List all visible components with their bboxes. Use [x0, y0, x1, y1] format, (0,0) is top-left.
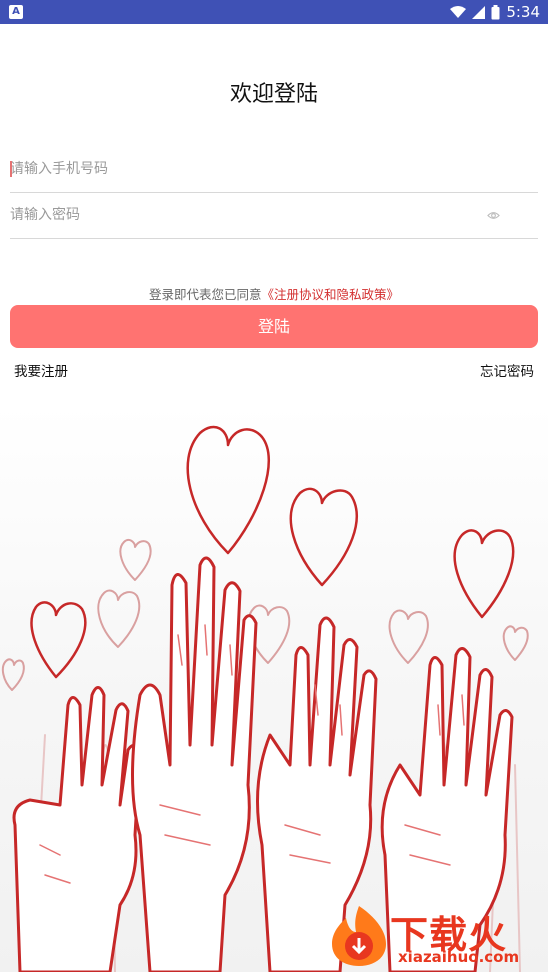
status-icons: 5:34 [450, 0, 540, 24]
status-bar: A 5:34 [0, 0, 548, 24]
eye-icon[interactable] [487, 209, 500, 222]
wifi-icon [450, 5, 467, 18]
flame-logo-icon [332, 906, 386, 966]
watermark-domain: xiazaihuo.com [398, 948, 520, 966]
battery-icon [491, 4, 500, 19]
notification-icon: A [9, 5, 23, 19]
signal-icon [472, 5, 486, 19]
register-link[interactable]: 我要注册 [14, 360, 68, 380]
agreement-text: 登录即代表您已同意《注册协议和隐私政策》 [0, 284, 548, 303]
status-time: 5:34 [506, 3, 540, 21]
hands-hearts-image [1, 425, 529, 974]
watermark: 下载火 xiazaihuo.com [324, 898, 548, 972]
text-cursor [10, 161, 12, 177]
agreement-prefix: 登录即代表您已同意 [148, 287, 262, 302]
page-title: 欢迎登陆 [229, 82, 318, 107]
password-field [10, 192, 538, 239]
forgot-password-link[interactable]: 忘记密码 [480, 360, 534, 380]
agreement-link[interactable]: 《注册协议和隐私政策》 [262, 287, 400, 302]
login-button[interactable]: 登陆 [10, 305, 538, 348]
password-input[interactable] [10, 192, 470, 238]
hands-hearts-illustration [0, 405, 548, 974]
phone-field [10, 146, 538, 193]
phone-input[interactable] [10, 146, 470, 192]
